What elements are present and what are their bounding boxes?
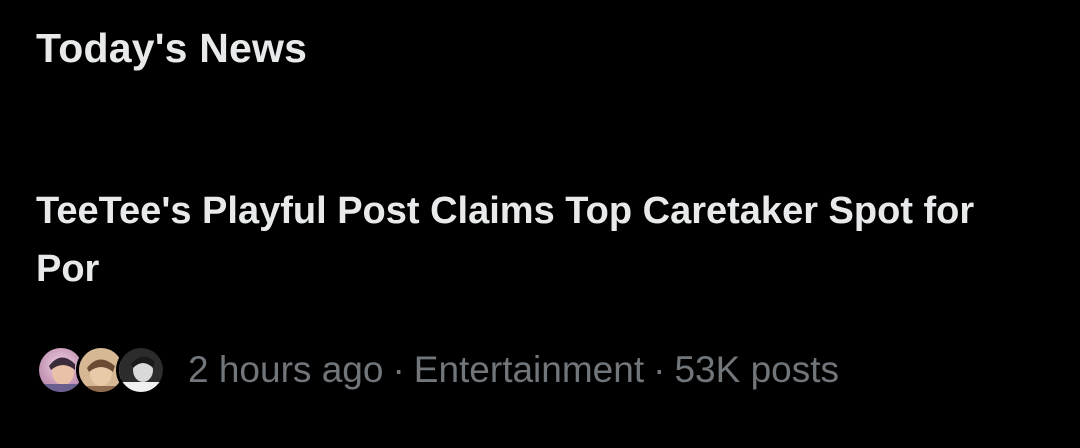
- news-story-card[interactable]: TeeTee's Playful Post Claims Top Caretak…: [36, 182, 1046, 298]
- story-headline[interactable]: TeeTee's Playful Post Claims Top Caretak…: [36, 182, 1026, 298]
- story-time-ago: 2 hours ago: [188, 349, 384, 390]
- avatar-stack: [36, 344, 168, 396]
- story-post-count: 53K posts: [674, 349, 840, 390]
- avatar-3-photo: [116, 345, 166, 395]
- story-category: Entertainment: [413, 349, 645, 390]
- section-title: Today's News: [36, 25, 308, 71]
- story-meta-text: 2 hours ago · Entertainment · 53K posts: [188, 349, 839, 391]
- meta-separator: ·: [392, 349, 405, 390]
- meta-separator: ·: [653, 349, 666, 390]
- story-meta-row[interactable]: 2 hours ago · Entertainment · 53K posts: [36, 344, 839, 396]
